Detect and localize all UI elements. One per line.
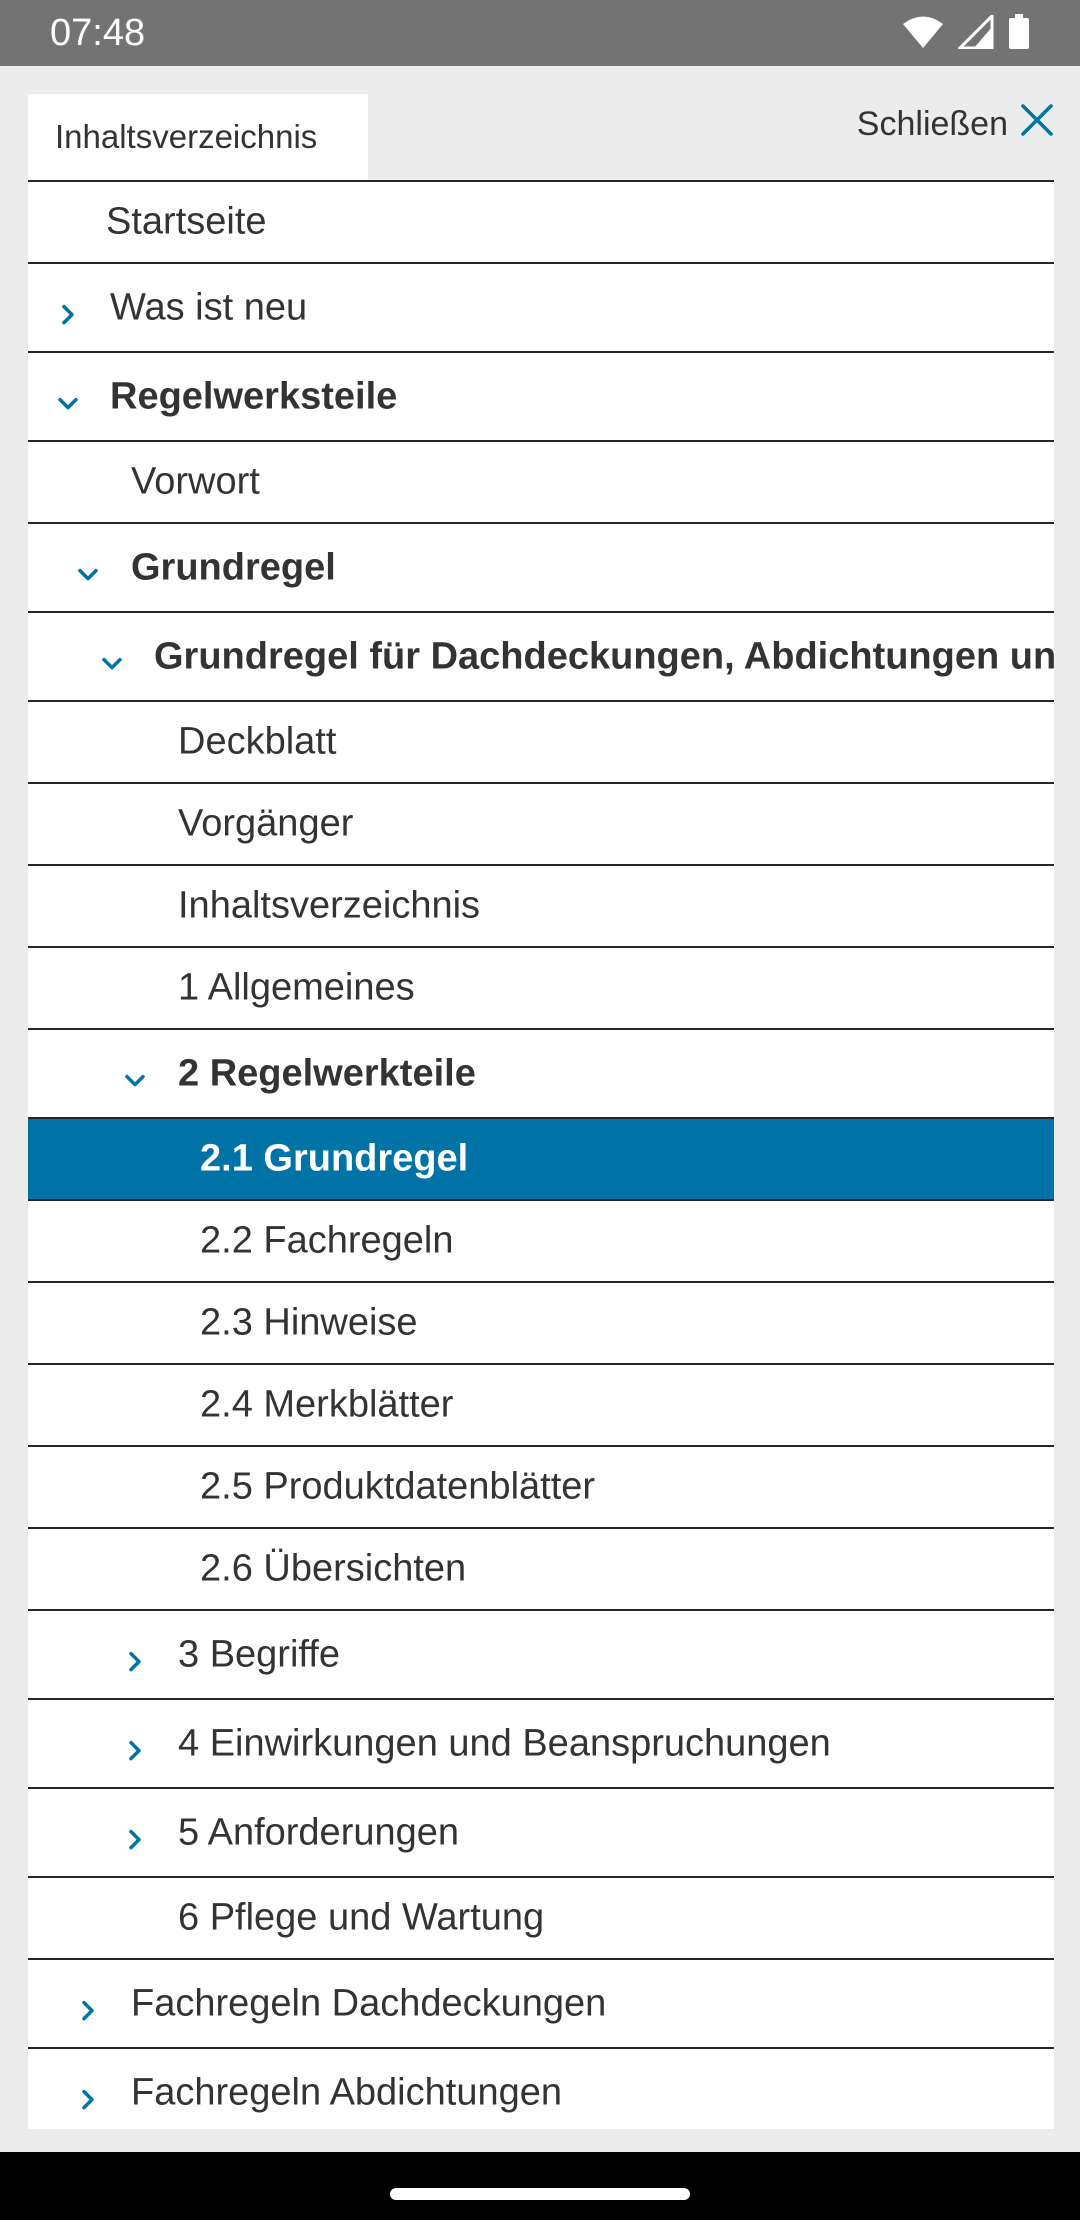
- chevron-down-icon[interactable]: [123, 1059, 147, 1086]
- toc-item[interactable]: Deckblatt: [28, 702, 1054, 784]
- toc-item-label: 2 Regelwerkteile: [178, 1052, 476, 1094]
- toc-panel: Inhaltsverzeichnis Schließen Startseite W…: [28, 94, 1054, 2129]
- toc-item-label: 4 Einwirkungen und Beanspruchungen: [178, 1722, 831, 1764]
- toc-item-label: Vorwort: [131, 460, 260, 503]
- close-label: Schließen: [856, 104, 1008, 143]
- tab-inhaltsverzeichnis[interactable]: Inhaltsverzeichnis: [28, 94, 368, 180]
- chevron-right-icon[interactable]: [76, 2078, 100, 2109]
- toc-item[interactable]: Regelwerksteile: [28, 353, 1054, 442]
- toc-item[interactable]: 2.4 Merkblätter: [28, 1365, 1054, 1447]
- toc-item-label: Was ist neu: [110, 286, 308, 328]
- toc-item[interactable]: Vorgänger: [28, 784, 1054, 866]
- tab-label: Inhaltsverzeichnis: [55, 118, 318, 155]
- toc-item[interactable]: 2.1 Grundregel: [28, 1119, 1054, 1201]
- toc-item[interactable]: Fachregeln Dachdeckungen: [28, 1960, 1054, 2049]
- close-button[interactable]: Schließen: [857, 94, 1054, 154]
- chevron-right-icon[interactable]: [76, 1989, 100, 2020]
- toc-item-label: 2.2 Fachregeln: [200, 1219, 454, 1262]
- status-bar: 07:48: [0, 0, 1080, 66]
- toc-item-label: Deckblatt: [178, 720, 337, 763]
- chevron-right-icon[interactable]: [123, 1818, 147, 1849]
- toc-item[interactable]: Startseite: [28, 182, 1054, 264]
- toc-item[interactable]: 2.5 Produktdatenblätter: [28, 1447, 1054, 1529]
- toc-item[interactable]: Vorwort: [28, 442, 1054, 524]
- toc-item-label: 2.4 Merkblätter: [200, 1383, 454, 1426]
- toc-item-label: Vorgänger: [178, 802, 354, 845]
- toc-item[interactable]: 2 Regelwerkteile: [28, 1030, 1054, 1119]
- chevron-down-icon[interactable]: [56, 382, 80, 409]
- toc-item-label: 6 Pflege und Wartung: [178, 1896, 545, 1939]
- chevron-right-icon[interactable]: [123, 1729, 147, 1760]
- toc-item-label: 5 Anforderungen: [178, 1811, 460, 1853]
- battery-icon: [1008, 14, 1030, 50]
- toc-item[interactable]: 4 Einwirkungen und Beanspruchungen: [28, 1700, 1054, 1789]
- status-time: 07:48: [50, 12, 146, 54]
- toc-item[interactable]: 2.2 Fachregeln: [28, 1201, 1054, 1283]
- toc-item[interactable]: Inhaltsverzeichnis: [28, 866, 1054, 948]
- chevron-down-icon[interactable]: [76, 553, 100, 580]
- toc-item[interactable]: 6 Pflege und Wartung: [28, 1878, 1054, 1960]
- toc-item[interactable]: Was ist neu: [28, 264, 1054, 353]
- toc-item-label: Grundregel: [131, 546, 336, 588]
- chevron-right-icon[interactable]: [123, 1640, 147, 1671]
- chevron-down-icon[interactable]: [100, 642, 124, 669]
- toc-item[interactable]: Grundregel für Dachdeckungen, Abdichtung…: [28, 613, 1054, 702]
- toc-item[interactable]: Grundregel: [28, 524, 1054, 613]
- wifi-icon: [902, 15, 944, 49]
- toc-item-label: Regelwerksteile: [110, 375, 398, 417]
- toc-item-label: Inhaltsverzeichnis: [178, 884, 481, 927]
- toc-item-label: 1 Allgemeines: [178, 966, 415, 1009]
- toc-item[interactable]: 3 Begriffe: [28, 1611, 1054, 1700]
- toc-list: Startseite Was ist neu Regelwerksteile Vorw…: [28, 180, 1054, 2129]
- toc-item-label: 2.6 Übersichten: [200, 1547, 467, 1590]
- toc-item-label: 2.3 Hinweise: [200, 1301, 418, 1344]
- toc-item-label: 2.5 Produktdatenblätter: [200, 1465, 596, 1508]
- close-icon: [1020, 103, 1054, 146]
- signal-icon: [958, 15, 994, 49]
- toc-item[interactable]: 2.3 Hinweise: [28, 1283, 1054, 1365]
- toc-item-label: 2.1 Grundregel: [200, 1137, 469, 1180]
- chevron-right-icon[interactable]: [56, 293, 80, 324]
- status-icons: [902, 14, 1030, 50]
- toc-item-label: Grundregel für Dachdeckungen, Abdichtung…: [154, 635, 1054, 677]
- toc-item-label: Fachregeln Dachdeckungen: [131, 1982, 607, 2024]
- home-handle[interactable]: [390, 2188, 690, 2200]
- toc-item[interactable]: Fachregeln Abdichtungen: [28, 2049, 1054, 2129]
- toc-item-label: 3 Begriffe: [178, 1633, 340, 1675]
- toc-item-label: Startseite: [106, 200, 267, 243]
- toc-item-label: Fachregeln Abdichtungen: [131, 2071, 562, 2113]
- toc-item[interactable]: 1 Allgemeines: [28, 948, 1054, 1030]
- system-nav-bar: [0, 2152, 1080, 2220]
- toc-item[interactable]: 5 Anforderungen: [28, 1789, 1054, 1878]
- toc-item[interactable]: 2.6 Übersichten: [28, 1529, 1054, 1611]
